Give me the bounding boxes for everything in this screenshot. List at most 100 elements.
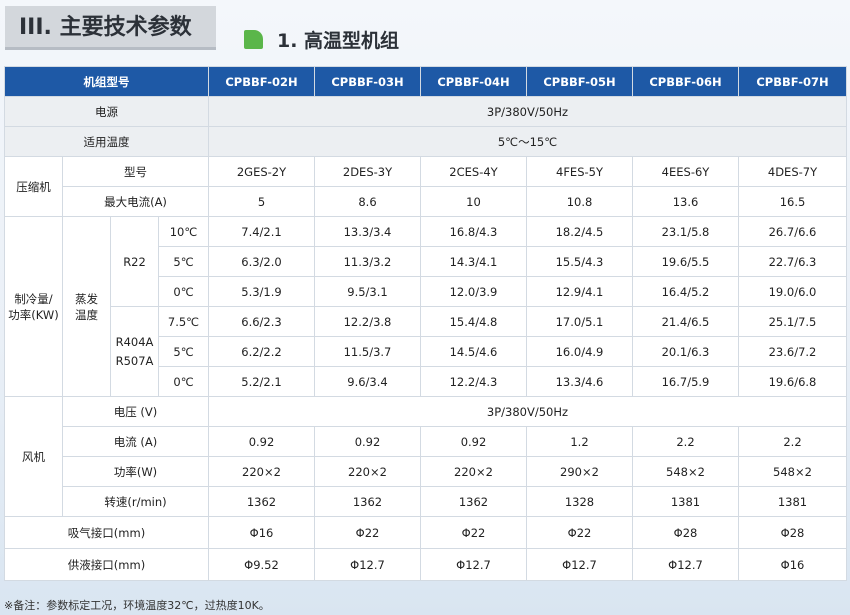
fan-current-label: 电流 (A): [62, 426, 209, 457]
temp-range-row: 适用温度 5℃～15℃: [4, 126, 847, 157]
table-cell: 19.6/6.8: [738, 366, 847, 397]
table-cell: 16.5: [738, 186, 847, 217]
table-cell: 10.8: [526, 186, 633, 217]
green-bullet-icon: [244, 29, 263, 49]
refrigerant-r507a: R507A: [115, 354, 154, 368]
evap-temp-value: 7.5℃: [158, 306, 209, 337]
table-cell: 16.7/5.9: [632, 366, 739, 397]
table-cell: Φ16: [208, 516, 315, 549]
refrigerant-r404a: R404A: [115, 335, 154, 349]
liquid-row: 供液接口(mm) Φ9.52 Φ12.7 Φ12.7 Φ12.7 Φ12.7 Φ…: [4, 548, 847, 581]
table-cell: 2DES-3Y: [314, 156, 421, 187]
fan-speed-row: 转速(r/min) 1362 1362 1362 1328 1381 1381: [5, 486, 847, 517]
fan-voltage-row: 风机 电压 (V) 3P/380V/50Hz: [4, 396, 847, 517]
table-cell: Φ22: [526, 516, 633, 549]
table-cell: 19.0/6.0: [738, 276, 847, 307]
table-cell: 220×2: [208, 456, 315, 487]
header-label: 机组型号: [4, 66, 209, 97]
table-cell: 548×2: [738, 456, 847, 487]
table-cell: 0.92: [208, 426, 315, 457]
footnote: ※备注：参数标定工况，环境温度32℃，过热度10K。: [4, 599, 270, 612]
temp-range-value: 5℃～15℃: [208, 126, 847, 157]
compressor-current-row: 最大电流(A) 5 8.6 10 10.8 13.6 16.5: [5, 186, 847, 217]
table-cell: Φ12.7: [420, 548, 527, 581]
table-cell: 8.6: [314, 186, 421, 217]
table-cell: 17.0/5.1: [526, 306, 633, 337]
fan-power-label: 功率(W): [62, 456, 209, 487]
table-cell: 14.3/4.1: [420, 246, 527, 277]
table-cell: 22.7/6.3: [738, 246, 847, 277]
table-cell: 6.2/2.2: [208, 336, 315, 367]
compressor-current-label: 最大电流(A): [62, 186, 209, 217]
power-label: 电源: [4, 96, 209, 127]
sub-title: 1. 高温型机组: [277, 29, 400, 52]
cooling-r22-row: 制冷量/ 功率(KW) 蒸发 温度 R22 10℃ 7.4/2.1 13.3/3…: [4, 216, 847, 397]
table-cell: 1362: [208, 486, 315, 517]
table-cell: Φ12.7: [632, 548, 739, 581]
evap-temp-value: 5℃: [158, 246, 209, 277]
model-header: CPBBF-02H: [208, 66, 315, 97]
fan-power-row: 功率(W) 220×2 220×2 220×2 290×2 548×2 548×…: [5, 456, 847, 487]
table-cell: 1328: [526, 486, 633, 517]
table-cell: 12.2/3.8: [314, 306, 421, 337]
model-header: CPBBF-06H: [632, 66, 739, 97]
table-cell: 9.5/3.1: [314, 276, 421, 307]
cooling-r404-row: R404A R507A 7.5℃ 6.6/2.3 12.2/3.8 15.4/4…: [5, 306, 847, 397]
fan-voltage-value: 3P/380V/50Hz: [208, 396, 847, 427]
evap-temp-value: 5℃: [158, 336, 209, 367]
fan-voltage-label: 电压 (V): [62, 396, 209, 427]
table-cell: Φ12.7: [526, 548, 633, 581]
suction-label: 吸气接口(mm): [4, 516, 209, 549]
table-cell: 4DES-7Y: [738, 156, 847, 187]
table-cell: 12.2/4.3: [420, 366, 527, 397]
table-cell: 1362: [420, 486, 527, 517]
table-cell: 16.0/4.9: [526, 336, 633, 367]
cooling-label-line2: 功率(KW): [8, 307, 59, 322]
table-cell: 0.92: [314, 426, 421, 457]
table-cell: 11.3/3.2: [314, 246, 421, 277]
table-cell: 1381: [738, 486, 847, 517]
table-cell: 13.3/3.4: [314, 216, 421, 247]
table-cell: 1.2: [526, 426, 633, 457]
table-cell: 4EES-6Y: [632, 156, 739, 187]
refrigerant-r404-label: R404A R507A: [110, 306, 159, 397]
spec-table: 机组型号 CPBBF-02H CPBBF-03H CPBBF-04H CPBBF…: [4, 66, 847, 581]
table-cell: 5: [208, 186, 315, 217]
table-cell: 12.9/4.1: [526, 276, 633, 307]
header-row: 机组型号 CPBBF-02H CPBBF-03H CPBBF-04H CPBBF…: [4, 66, 847, 97]
table-cell: 220×2: [420, 456, 527, 487]
section-title: III. 主要技术参数: [5, 6, 216, 50]
table-cell: 11.5/3.7: [314, 336, 421, 367]
evap-temp-label: 蒸发 温度: [62, 216, 111, 397]
table-cell: 0.92: [420, 426, 527, 457]
table-cell: 23.6/7.2: [738, 336, 847, 367]
table-cell: 16.4/5.2: [632, 276, 739, 307]
evap-temp-value: 10℃: [158, 216, 209, 247]
fan-label: 风机: [4, 396, 63, 517]
table-cell: 26.7/6.6: [738, 216, 847, 247]
table-cell: 23.1/5.8: [632, 216, 739, 247]
compressor-model-label: 型号: [62, 156, 209, 187]
table-cell: 20.1/6.3: [632, 336, 739, 367]
table-cell: 9.6/3.4: [314, 366, 421, 397]
table-cell: 18.2/4.5: [526, 216, 633, 247]
table-cell: 14.5/4.6: [420, 336, 527, 367]
compressor-model-row: 压缩机 型号 2GES-2Y 2DES-3Y 2CES-4Y 4FES-5Y 4…: [4, 156, 847, 217]
fan-current-row: 电流 (A) 0.92 0.92 0.92 1.2 2.2 2.2: [5, 426, 847, 457]
power-value: 3P/380V/50Hz: [208, 96, 847, 127]
cooling-label: 制冷量/ 功率(KW): [4, 216, 63, 397]
table-cell: Φ22: [314, 516, 421, 549]
table-cell: 2.2: [738, 426, 847, 457]
table-cell: Φ28: [632, 516, 739, 549]
power-row: 电源 3P/380V/50Hz: [4, 96, 847, 127]
table-cell: 19.6/5.5: [632, 246, 739, 277]
evap-label-line2: 温度: [75, 307, 98, 322]
table-cell: 1362: [314, 486, 421, 517]
table-cell: 1381: [632, 486, 739, 517]
table-cell: 6.3/2.0: [208, 246, 315, 277]
compressor-label: 压缩机: [4, 156, 63, 217]
table-cell: 10: [420, 186, 527, 217]
table-cell: 5.2/2.1: [208, 366, 315, 397]
table-cell: 5.3/1.9: [208, 276, 315, 307]
table-cell: 4FES-5Y: [526, 156, 633, 187]
